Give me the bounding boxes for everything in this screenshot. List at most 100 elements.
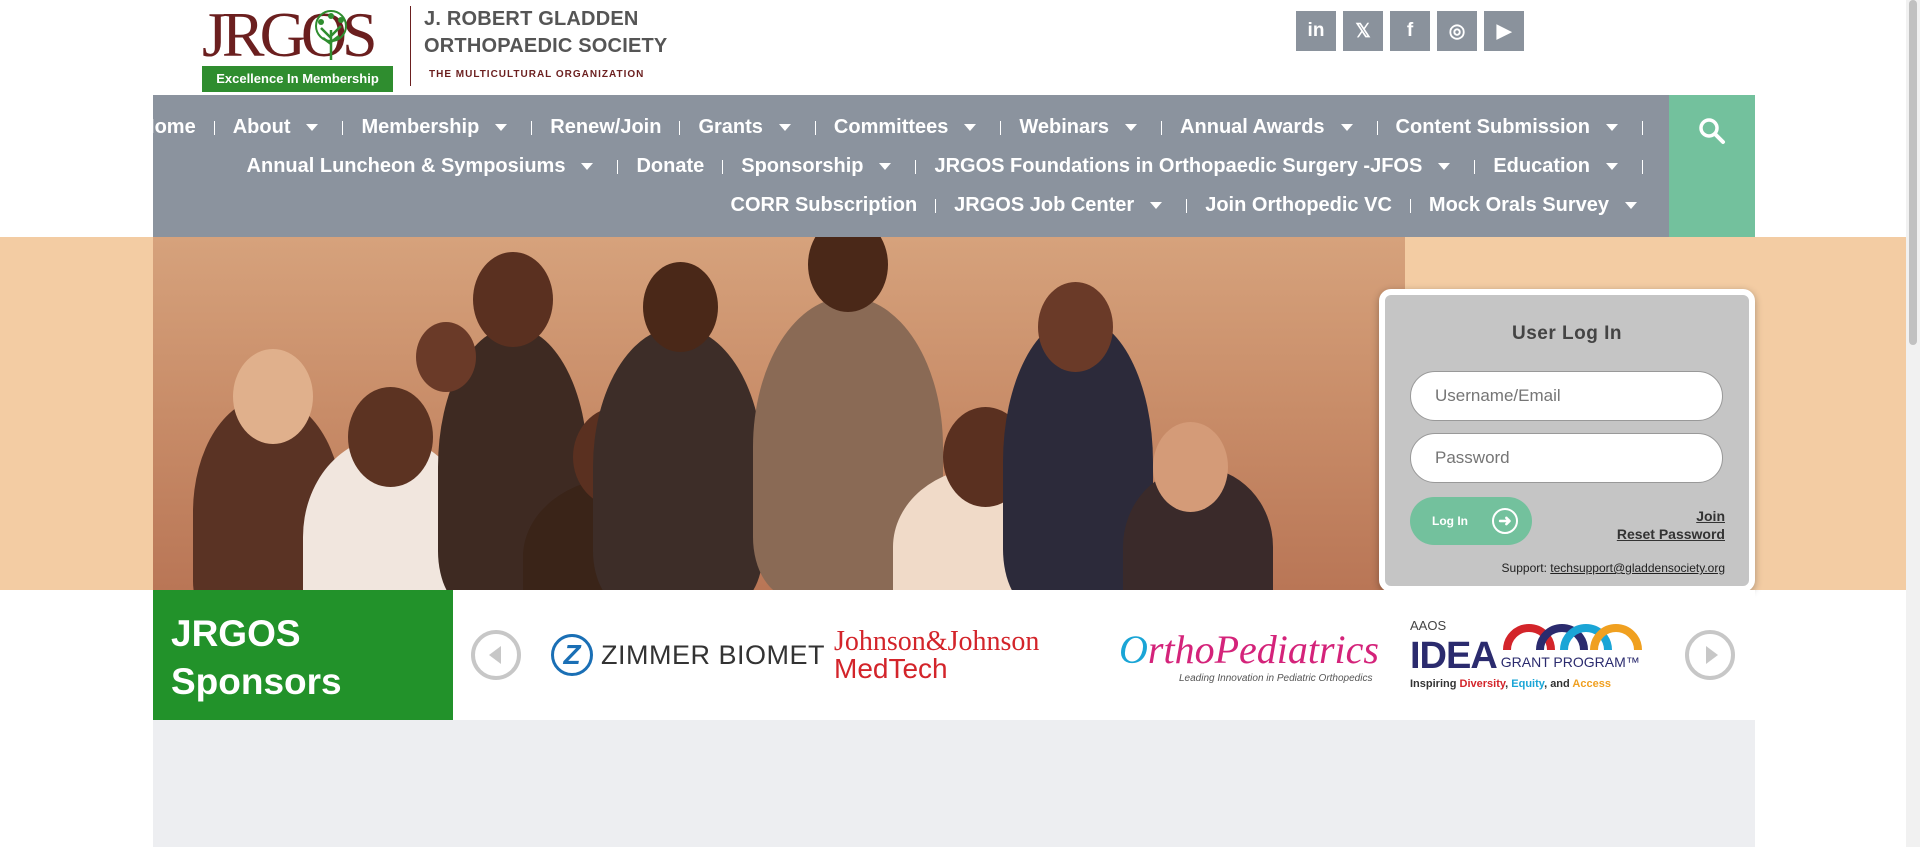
username-input[interactable] (1410, 371, 1723, 421)
sponsor-johnson-johnson[interactable]: Johnson&Johnson MedTech (834, 610, 1039, 700)
rainbow-arcs-icon (1503, 624, 1642, 650)
nav-separator (342, 120, 344, 135)
scrollbar-thumb[interactable] (1909, 0, 1917, 345)
search-icon (1699, 118, 1725, 144)
support-email-link[interactable]: techsupport@gladdensociety.org (1550, 561, 1725, 575)
caret-down-icon (1340, 124, 1353, 131)
nav-row-3: CORR Subscription JRGOS Job Center Join … (731, 186, 1644, 225)
carousel-prev-button[interactable] (471, 630, 521, 680)
nav-item-webinars[interactable]: Webinars (1019, 116, 1143, 139)
caret-down-icon (778, 124, 791, 131)
caret-down-icon (495, 124, 508, 131)
logo-tagline: Excellence In Membership (202, 66, 393, 92)
nav-row-1: Home About Membership Renew/Join Grants … (140, 108, 1643, 147)
caret-down-icon (1438, 163, 1451, 170)
jj-medtech: MedTech (834, 653, 948, 684)
tree-icon (315, 10, 347, 60)
arrow-right-icon: ➜ (1492, 508, 1518, 534)
zimmer-biomet-name: ZIMMER BIOMET (601, 639, 825, 670)
search-button[interactable] (1669, 95, 1755, 237)
nav-item-membership[interactable]: Membership (361, 116, 513, 139)
password-input[interactable] (1410, 433, 1723, 483)
nav-separator (915, 159, 917, 174)
caret-down-icon (1625, 202, 1637, 209)
support-label: Support: (1501, 561, 1547, 575)
support-info: Support: techsupport@gladdensociety.org (1502, 561, 1725, 575)
nav-item-sponsorship[interactable]: Sponsorship (741, 155, 897, 178)
sponsor-aaos-idea[interactable]: AAOS IDEA GRANT PROGRAM™ Inspiring Diver… (1410, 610, 1642, 700)
nav-separator (1161, 120, 1163, 135)
jj-name: Johnson&Johnson (834, 626, 1040, 657)
nav-item-annual-luncheon[interactable]: Annual Luncheon & Symposiums (247, 155, 600, 178)
nav-separator (679, 120, 681, 135)
nav-item-about[interactable]: About (233, 116, 325, 139)
nav-separator (935, 198, 937, 213)
nav-separator (1376, 120, 1378, 135)
org-subtitle: THE MULTICULTURAL ORGANIZATION (429, 69, 645, 80)
sponsors-title-line2: Sponsors (171, 661, 342, 702)
page-scrollbar[interactable] (1906, 0, 1920, 847)
chevron-left-icon (488, 646, 501, 664)
login-button[interactable]: Log In ➜ (1410, 497, 1532, 545)
nav-item-education[interactable]: Education (1493, 155, 1624, 178)
caret-down-icon (1125, 124, 1138, 131)
linkedin-icon[interactable]: in (1296, 11, 1336, 51)
chevron-right-icon (1705, 646, 1718, 664)
nav-item-corr-subscription[interactable]: CORR Subscription (731, 194, 918, 217)
sponsor-orthopediatrics[interactable]: OrthoPediatrics Leading Innovation in Pe… (1119, 610, 1379, 700)
nav-item-donate[interactable]: Donate (636, 155, 704, 178)
nav-row-2: Annual Luncheon & Symposiums Donate Spon… (247, 147, 1643, 186)
nav-item-home[interactable]: Home (140, 116, 196, 139)
orthopediatrics-name: OrthoPediatrics (1119, 627, 1379, 672)
login-links: Join Reset Password (1617, 507, 1725, 543)
social-links: in 𝕏 f ◎ ▶ (1296, 11, 1524, 51)
nav-item-renew-join[interactable]: Renew/Join (550, 116, 661, 139)
org-name: J. ROBERT GLADDEN ORTHOPAEDIC SOCIETY (424, 6, 667, 60)
instagram-icon[interactable]: ◎ (1437, 11, 1477, 51)
nav-separator (617, 159, 619, 174)
caret-down-icon (1150, 202, 1163, 209)
nav-separator (1474, 159, 1476, 174)
site-header: JRGOS Excellence In Membership J. ROBERT… (153, 0, 1755, 95)
nav-separator (1642, 120, 1643, 135)
nav-separator (814, 120, 816, 135)
facebook-icon[interactable]: f (1390, 11, 1430, 51)
caret-down-icon (581, 163, 594, 170)
nav-item-orthopedic-vc[interactable]: Join Orthopedic VC (1205, 194, 1392, 217)
nav-separator (1186, 198, 1188, 213)
orthopediatrics-tagline: Leading Innovation in Pediatric Orthoped… (1179, 673, 1373, 684)
org-name-line1: J. ROBERT GLADDEN (424, 8, 639, 30)
site-logo[interactable]: JRGOS Excellence In Membership (202, 3, 402, 92)
login-button-label: Log In (1432, 514, 1468, 528)
sponsors-title-line1: JRGOS (171, 613, 301, 654)
sponsors-title: JRGOS Sponsors (153, 590, 453, 720)
caret-down-icon (1606, 163, 1618, 170)
caret-down-icon (1606, 124, 1618, 131)
nav-item-job-center[interactable]: JRGOS Job Center (954, 194, 1168, 217)
nav-separator (1409, 198, 1411, 213)
content-area (153, 720, 1755, 847)
join-link[interactable]: Join (1617, 507, 1725, 525)
caret-down-icon (879, 163, 892, 170)
nav-separator (531, 120, 533, 135)
logo-divider (410, 6, 411, 86)
idea-subtitle: Inspiring Diversity, Equity, and Access (1410, 677, 1611, 690)
sponsors-section: JRGOS Sponsors Z ZIMMER BIOMET Johnson&J… (153, 590, 1755, 720)
nav-separator (213, 120, 215, 135)
carousel-next-button[interactable] (1685, 630, 1735, 680)
sponsor-zimmer-biomet[interactable]: Z ZIMMER BIOMET (551, 610, 825, 700)
nav-item-content-submission[interactable]: Content Submission (1396, 116, 1624, 139)
nav-item-grants[interactable]: Grants (698, 116, 796, 139)
nav-item-mock-orals[interactable]: Mock Orals Survey (1429, 194, 1643, 217)
org-name-line2: ORTHOPAEDIC SOCIETY (424, 35, 668, 57)
nav-item-jfos[interactable]: JRGOS Foundations in Orthopaedic Surgery… (934, 155, 1456, 178)
nav-separator (722, 159, 724, 174)
youtube-icon[interactable]: ▶ (1484, 11, 1524, 51)
reset-password-link[interactable]: Reset Password (1617, 525, 1725, 543)
nav-item-committees[interactable]: Committees (834, 116, 982, 139)
nav-item-annual-awards[interactable]: Annual Awards (1180, 116, 1358, 139)
nav-separator (1000, 120, 1002, 135)
aaos-label: AAOS (1410, 618, 1447, 633)
nav-separator (1642, 159, 1643, 174)
x-icon[interactable]: 𝕏 (1343, 11, 1383, 51)
